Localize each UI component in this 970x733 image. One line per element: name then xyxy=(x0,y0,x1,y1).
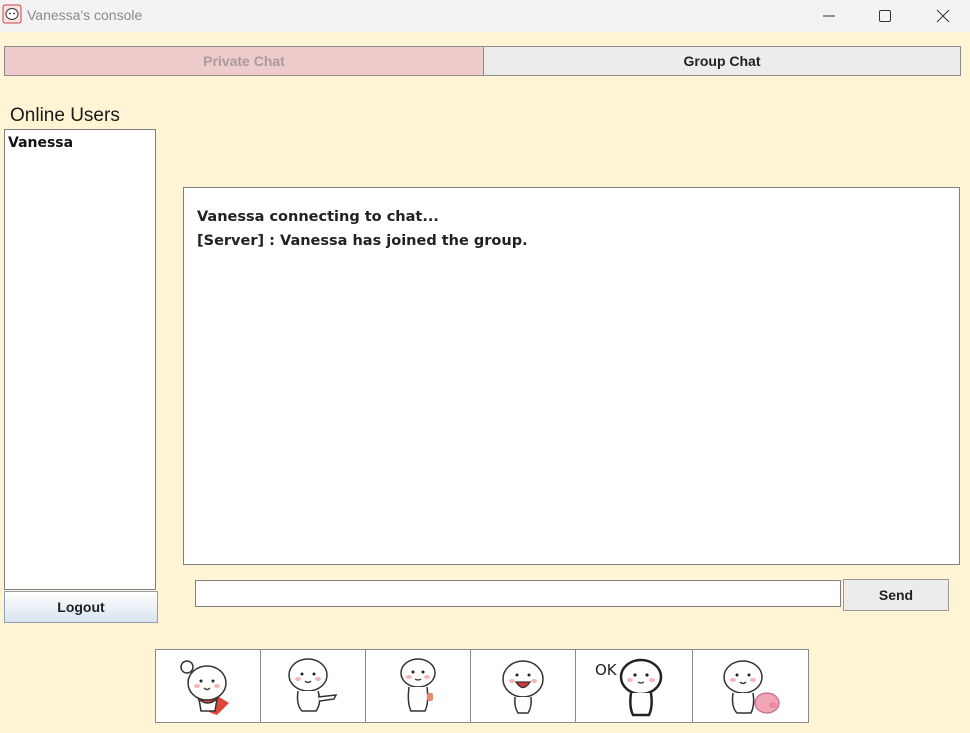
online-users-title: Online Users xyxy=(10,105,120,126)
chat-message: Vanessa connecting to chat... xyxy=(197,209,439,225)
sticker-with-pig[interactable] xyxy=(692,649,809,723)
message-input[interactable] xyxy=(195,580,841,607)
minimize-icon xyxy=(823,15,835,17)
send-button[interactable]: Send xyxy=(843,579,949,611)
sticker-ok[interactable]: OK xyxy=(575,649,693,723)
app-avatar-icon xyxy=(2,4,22,24)
sticker-ok-icon: OK xyxy=(595,658,663,717)
sticker-wave-cape-icon xyxy=(180,660,229,715)
sticker-pointing[interactable] xyxy=(260,649,366,723)
title-bar: Vanessa's console xyxy=(0,0,970,32)
user-list-item[interactable]: Vanessa xyxy=(5,130,155,151)
svg-text:OK: OK xyxy=(595,661,618,679)
window-title: Vanessa's console xyxy=(27,7,143,23)
tab-group-chat[interactable]: Group Chat xyxy=(483,46,961,76)
close-button[interactable] xyxy=(920,0,966,32)
sticker-shy-standing-icon xyxy=(400,658,436,712)
maximize-button[interactable] xyxy=(862,0,908,32)
close-icon xyxy=(936,9,950,23)
sticker-with-pig-icon xyxy=(722,660,780,714)
sticker-laughing-icon xyxy=(502,660,544,714)
minimize-button[interactable] xyxy=(806,0,852,32)
tab-private-chat[interactable]: Private Chat xyxy=(4,46,484,76)
online-users-list[interactable]: Vanessa xyxy=(4,129,156,590)
logout-button[interactable]: Logout xyxy=(4,591,158,623)
sticker-wave-cape[interactable] xyxy=(155,649,261,723)
maximize-icon xyxy=(879,10,891,22)
chat-messages-area[interactable]: Vanessa connecting to chat... [Server] :… xyxy=(183,187,960,565)
sticker-laughing[interactable] xyxy=(470,649,576,723)
sticker-shy-standing[interactable] xyxy=(365,649,471,723)
chat-message: [Server] : Vanessa has joined the group. xyxy=(197,233,528,249)
sticker-pointing-icon xyxy=(288,658,338,712)
sticker-bar: OK xyxy=(155,649,809,723)
